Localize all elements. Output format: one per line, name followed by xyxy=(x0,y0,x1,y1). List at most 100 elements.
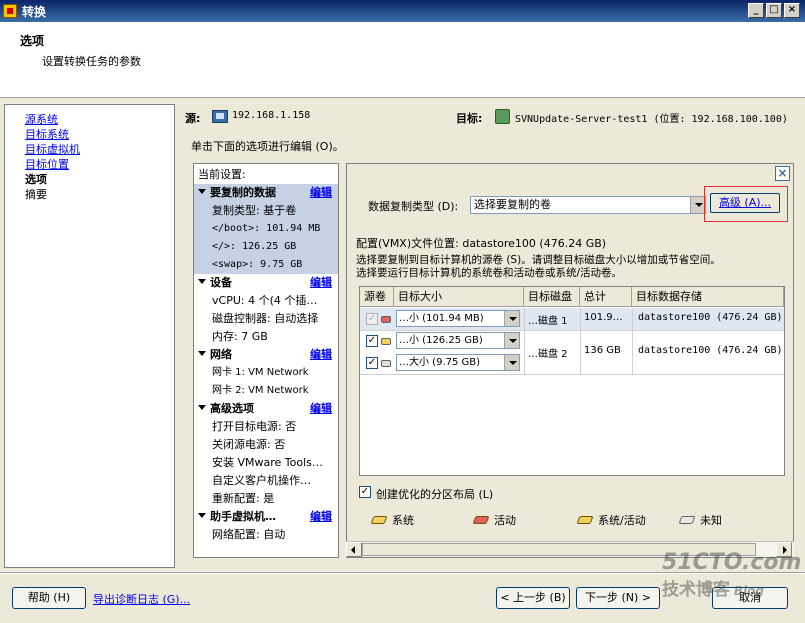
nav-target-vm[interactable]: 目标虚拟机 xyxy=(25,141,80,157)
edit-link[interactable]: 编辑 xyxy=(310,274,332,292)
volume-checkbox[interactable]: ✓ xyxy=(366,335,378,347)
table-cell: datastore100 (476.24 GB) xyxy=(638,312,783,323)
settings-panel: 当前设置: 要复制的数据 编辑 复制类型: 基于卷 </boot>: 101.94… xyxy=(193,163,339,558)
size-select[interactable]: …小 (126.25 GB) xyxy=(396,332,520,349)
minimize-button[interactable]: _ xyxy=(748,3,764,18)
volume-checkbox[interactable]: ✓ xyxy=(366,357,378,369)
edit-link[interactable]: 编辑 xyxy=(310,508,332,526)
grid-line xyxy=(524,308,525,374)
size-select[interactable]: …小 (101.94 MB) xyxy=(396,310,520,327)
maximize-button[interactable]: □ xyxy=(766,3,782,18)
nav-source-system[interactable]: 源系统 xyxy=(25,111,58,127)
copy-type-value: 选择要复制的卷 xyxy=(474,198,551,211)
back-button[interactable]: < 上一步 (B) xyxy=(496,587,570,609)
legend-label: 活动 xyxy=(494,514,516,527)
setting-item: 网络配置: 自动 xyxy=(212,528,286,541)
table-cell: …磁盘 2 xyxy=(528,349,568,360)
copy-type-select[interactable]: 选择要复制的卷 xyxy=(470,196,706,214)
server-icon xyxy=(495,109,510,124)
source-value: 192.168.1.158 xyxy=(232,110,311,121)
page-subtitle: 设置转换任务的参数 xyxy=(42,55,141,68)
setting-item: 网卡 2: VM Network xyxy=(212,385,309,396)
group-devices[interactable]: 设备 编辑 xyxy=(194,274,338,292)
watermark-line1: 51CTO.com xyxy=(662,550,802,575)
column-header[interactable]: 总计 xyxy=(580,287,632,307)
legend-label: 系统 xyxy=(392,514,414,527)
advanced-button[interactable]: 高级 (A)... xyxy=(710,193,780,213)
group-network[interactable]: 网络 编辑 xyxy=(194,346,338,364)
settings-header: 当前设置: xyxy=(198,168,246,181)
setting-item: </boot>: 101.94 MB xyxy=(194,220,338,238)
table-cell: 101.9… xyxy=(584,312,623,323)
chevron-down-icon xyxy=(504,355,519,370)
table-cell: 136 GB xyxy=(584,345,621,356)
setting-item: 磁盘控制器: 自动选择 xyxy=(212,312,319,325)
instruction-text: 单击下面的选项进行编辑 (O)。 xyxy=(191,140,344,153)
setting-item: 安装 VMware Tools… xyxy=(212,456,323,469)
legend-label: 未知 xyxy=(700,514,722,527)
page-title: 选项 xyxy=(20,34,45,48)
table-cell: datastore100 (476.24 GB) xyxy=(638,345,783,356)
watermark: 51CTO.com 技术博客 Blog xyxy=(662,550,802,610)
wizard-nav: 源系统 目标系统 目标虚拟机 目标位置 选项 摘要 xyxy=(4,104,175,568)
legend-label: 系统/活动 xyxy=(598,514,646,527)
group-helper-vm[interactable]: 助手虚拟机… 编辑 xyxy=(194,508,338,526)
column-header[interactable]: 目标数据存储 xyxy=(632,287,784,307)
setting-item: 自定义客户机操作… xyxy=(212,474,311,487)
source-label: 源: xyxy=(185,112,201,125)
edit-link[interactable]: 编辑 xyxy=(310,184,332,202)
volume-icon xyxy=(381,338,391,345)
setting-item: 打开目标电源: 否 xyxy=(212,420,297,433)
grid-line xyxy=(580,308,581,374)
target-value: SVNUpdate-Server-test1 (位置: 192.168.100.… xyxy=(515,114,788,125)
scroll-left-icon[interactable] xyxy=(346,542,362,557)
column-header[interactable]: 源卷 xyxy=(360,287,394,307)
optimize-label: 创建优化的分区布局 (L) xyxy=(376,488,494,501)
optimize-checkbox[interactable]: ✓ xyxy=(359,486,371,498)
volume-table: 源卷 目标大小 目标磁盘 总计 目标数据存储 ✓ …小 (101.94 MB) … xyxy=(359,286,785,476)
column-header[interactable]: 目标大小 xyxy=(394,287,524,307)
watermark-line2: 技术博客 xyxy=(662,580,730,600)
title-bar: 转换 _ □ × xyxy=(0,0,805,22)
config-location: 配置(VMX)文件位置: datastore100 (476.24 GB) xyxy=(356,237,607,250)
group-advanced-options[interactable]: 高级选项 编辑 xyxy=(194,400,338,418)
copy-type-label: 数据复制类型 (D): xyxy=(368,200,459,213)
setting-item: 重新配置: 是 xyxy=(212,492,275,505)
window-title: 转换 xyxy=(22,5,47,19)
setting-item: 内存: 7 GB xyxy=(212,330,268,343)
nav-summary: 摘要 xyxy=(25,188,47,201)
table-cell: …磁盘 1 xyxy=(528,316,568,327)
nav-target-location[interactable]: 目标位置 xyxy=(25,156,69,172)
help-button[interactable]: 帮助 (H) xyxy=(12,587,86,609)
app-icon xyxy=(3,4,17,18)
close-panel-icon[interactable]: × xyxy=(775,166,790,181)
target-label: 目标: xyxy=(456,112,483,125)
volume-icon xyxy=(381,360,391,367)
setting-item: 网卡 1: VM Network xyxy=(212,367,309,378)
setting-item: 复制类型: 基于卷 xyxy=(194,202,338,220)
group-data-to-copy[interactable]: 要复制的数据 编辑 xyxy=(194,184,338,202)
chevron-down-icon xyxy=(690,197,705,213)
setting-item: </>: 126.25 GB xyxy=(194,238,338,256)
size-select[interactable]: …大小 (9.75 GB) xyxy=(396,354,520,371)
grid-line xyxy=(360,374,784,375)
edit-link[interactable]: 编辑 xyxy=(310,346,332,364)
volume-icon xyxy=(381,316,391,323)
column-header[interactable]: 目标磁盘 xyxy=(524,287,580,307)
setting-item: <swap>: 9.75 GB xyxy=(194,256,338,274)
hint-line-2: 选择要运行目标计算机的系统卷和活动卷或系统/活动卷。 xyxy=(356,267,623,279)
setting-item: 关闭源电源: 否 xyxy=(212,438,286,451)
watermark-line3: Blog xyxy=(733,584,764,598)
nav-options: 选项 xyxy=(25,173,47,186)
close-button[interactable]: × xyxy=(784,3,800,18)
edit-link[interactable]: 编辑 xyxy=(310,400,332,418)
export-logs-link[interactable]: 导出诊断日志 (G)... xyxy=(93,591,190,607)
setting-item: vCPU: 4 个(4 个插… xyxy=(212,294,318,307)
nav-target-system[interactable]: 目标系统 xyxy=(25,126,69,142)
computer-icon xyxy=(212,110,228,123)
grid-line xyxy=(360,330,784,331)
grid-line xyxy=(632,308,633,374)
volume-checkbox: ✓ xyxy=(366,313,378,325)
next-button[interactable]: 下一步 (N) > xyxy=(576,587,660,609)
chevron-down-icon xyxy=(504,311,519,326)
